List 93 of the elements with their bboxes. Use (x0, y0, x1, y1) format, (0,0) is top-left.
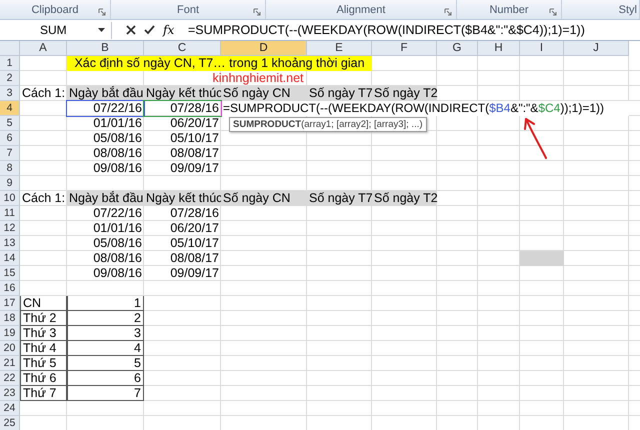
row-header[interactable]: 19 (0, 326, 20, 341)
column-header[interactable]: A (20, 41, 67, 56)
sheet-cell: 2 (134, 311, 141, 325)
column-header[interactable]: F (372, 41, 437, 56)
sheet-cell: Thứ 4 (23, 341, 56, 355)
sheet-cell: 3 (134, 326, 141, 340)
sheet-cell: 09/08/16 (93, 161, 142, 175)
sheet-cell: 06/20/17 (170, 116, 219, 130)
column-header[interactable]: J (564, 41, 629, 56)
sheet-cell: 4 (134, 341, 141, 355)
sheet-cell: Thứ 2 (23, 311, 56, 325)
header-cell: Cách 1: (22, 191, 66, 205)
header-cell: Số ngày T7 (309, 86, 373, 100)
sheet-cell: 07/22/16 (93, 206, 142, 220)
sheet-cell: 7 (134, 386, 141, 400)
row-header[interactable]: 10 (0, 191, 20, 206)
sheet-cell: 05/08/16 (93, 131, 142, 145)
header-cell: Số ngày T2 (374, 191, 438, 205)
header-cell: Số ngày T7 (309, 191, 373, 205)
ribbon-group-label: Font (176, 4, 199, 16)
cell-formula-editor[interactable]: =SUMPRODUCT(--(WEEKDAY(ROW(INDIRECT($B4&":"&$C4));1)=1)) (221, 101, 629, 116)
row-header[interactable]: 15 (0, 266, 20, 281)
sheet-cell: 07/22/16 (93, 101, 142, 115)
column-header[interactable]: I (520, 41, 564, 56)
row-header[interactable]: 17 (0, 296, 20, 311)
ribbon-group-label: Alignment (336, 4, 386, 16)
row-header[interactable]: 16 (0, 281, 20, 296)
sheet-cell: 6 (134, 371, 141, 385)
column-header[interactable]: G (437, 41, 478, 56)
sheet-cell: 5 (134, 356, 141, 370)
ribbon-group-label: Styl (618, 4, 637, 16)
sheet-cell: CN (23, 296, 42, 310)
row-header[interactable]: 5 (0, 116, 20, 131)
header-cell: Số ngày T2 (374, 86, 438, 100)
sheet-cell: 1 (134, 296, 141, 310)
column-header[interactable]: H (478, 41, 520, 56)
row-header[interactable]: 24 (0, 401, 20, 416)
ribbon-group-label: Clipboard (31, 4, 79, 16)
name-box[interactable]: SUM (0, 22, 112, 38)
function-tooltip: SUMPRODUCT(array1; [array2]; [array3]; ...) (229, 117, 427, 132)
sheet-cell: Thứ 5 (23, 356, 56, 370)
sheet-cell: 07/28/16 (170, 101, 219, 115)
row-header[interactable]: 2 (0, 71, 20, 86)
insert-function-button[interactable]: fx (163, 23, 174, 37)
row-header[interactable]: 4 (0, 101, 20, 116)
header-cell: Ngày bắt đầu (69, 86, 144, 100)
row-header[interactable]: 6 (0, 131, 20, 146)
header-cell: Số ngày CN (223, 86, 290, 100)
column-header[interactable]: D (221, 41, 307, 56)
header-cell: Ngày kết thúc (146, 191, 222, 205)
row-header[interactable]: 13 (0, 236, 20, 251)
row-header[interactable]: 21 (0, 356, 20, 371)
row-header[interactable]: 23 (0, 386, 20, 401)
header-cell: Ngày kết thúc (146, 86, 222, 100)
sheet-cell: 09/09/17 (170, 161, 219, 175)
sheet-cell: 08/08/16 (93, 251, 142, 265)
sheet-cell: Thứ 6 (23, 371, 56, 385)
site-label: kinhnghiemit.net (212, 71, 304, 85)
sheet-cell: 08/08/17 (170, 251, 219, 265)
row-header[interactable]: 25 (0, 416, 20, 430)
sheet-cell: 05/08/16 (93, 236, 142, 250)
sheet-cell: Thứ 3 (23, 326, 56, 340)
sheet-cell: 06/20/17 (170, 221, 219, 235)
header-cell: Số ngày CN (223, 191, 290, 205)
row-header[interactable]: 11 (0, 206, 20, 221)
column-header[interactable]: E (307, 41, 372, 56)
row-header[interactable]: 3 (0, 86, 20, 101)
row-header[interactable]: 14 (0, 251, 20, 266)
row-header[interactable]: 9 (0, 176, 20, 191)
row-header[interactable]: 12 (0, 221, 20, 236)
sheet-cell: 05/10/17 (170, 131, 219, 145)
formula-input[interactable]: =SUMPRODUCT(--(WEEKDAY(ROW(INDIRECT($B4&":"&$C4));1)=1)) (182, 23, 585, 37)
row-header[interactable]: 22 (0, 371, 20, 386)
sheet-cell: 09/08/16 (93, 266, 142, 280)
row-header[interactable]: 20 (0, 341, 20, 356)
ribbon-group-label: Number (489, 4, 529, 16)
header-cell: Cách 1: (22, 86, 66, 100)
column-header[interactable]: B (67, 41, 144, 56)
header-cell: Ngày bắt đầu (69, 191, 144, 205)
sheet-cell: Thứ 7 (23, 386, 56, 400)
sheet-cell: 01/01/16 (93, 116, 142, 130)
sheet-cell: 08/08/16 (93, 146, 142, 160)
column-header[interactable]: C (144, 41, 221, 56)
sheet-cell: 07/28/16 (170, 206, 219, 220)
row-header[interactable]: 7 (0, 146, 20, 161)
title-cell: Xác định số ngày CN, T7… trong 1 khoảng thời gian (74, 56, 365, 70)
sheet-cell: 05/10/17 (170, 236, 219, 250)
row-header[interactable]: 1 (0, 56, 20, 71)
sheet-cell: 01/01/16 (93, 221, 142, 235)
row-header[interactable]: 8 (0, 161, 20, 176)
sheet-cell: 09/09/17 (170, 266, 219, 280)
row-header[interactable]: 18 (0, 311, 20, 326)
sheet-cell: 08/08/17 (170, 146, 219, 160)
